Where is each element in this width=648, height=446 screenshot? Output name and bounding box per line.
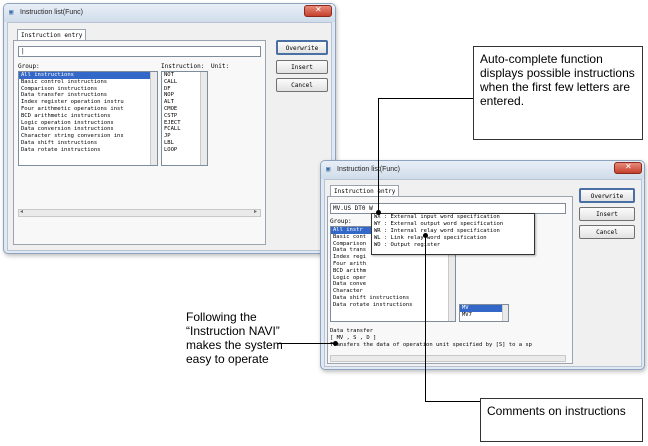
list-item[interactable]: Comparison instructions	[19, 86, 157, 93]
list-item[interactable]: Four arith	[331, 261, 455, 268]
list-item[interactable]: BCD arithm	[331, 268, 455, 275]
window-title: Instruction list(Func)	[20, 9, 84, 16]
list-item[interactable]: All instructions	[19, 72, 157, 79]
instruction-input[interactable]: |	[18, 46, 261, 57]
connector-dot	[376, 210, 381, 215]
connector-dot	[333, 341, 338, 346]
operand-description: : Link relay word specification	[383, 235, 487, 241]
instruction-list-window-back: ▣ Instruction list(Func) ✕ Instruction e…	[3, 3, 336, 254]
list-item[interactable]: Data transfer instructions	[19, 92, 157, 99]
connector-line	[278, 343, 335, 344]
operand-description: : External input word specification	[383, 214, 500, 220]
operand-code: WR	[374, 228, 381, 234]
comment-syntax: [ MV , S , D ]	[330, 335, 377, 341]
group-label: Group:	[330, 218, 352, 225]
window-app-icon: ▣	[9, 8, 14, 16]
instruction-label: Instruction:	[161, 63, 205, 70]
list-item[interactable]: Data rotate instructions	[331, 302, 455, 309]
cancel-button[interactable]: Cancel	[579, 225, 635, 239]
list-item[interactable]: Logic operation instructions	[19, 120, 157, 127]
list-item[interactable]: BCD arithmetic instructions	[19, 113, 157, 120]
operand-description: : Output register	[383, 242, 441, 248]
close-icon: ✕	[625, 162, 632, 171]
operand-code: WO	[374, 242, 381, 248]
autocomplete-item[interactable]: WR : Internal relay word specification	[372, 228, 534, 235]
scroll-right-icon: ▸	[254, 208, 258, 215]
instruction-scrollbar[interactable]	[502, 305, 508, 321]
list-item[interactable]: Character	[331, 288, 455, 295]
connector-line	[425, 401, 480, 402]
navi-callout: Following the “Instruction NAVI” makes t…	[186, 310, 301, 372]
list-item[interactable]: Data shift instructions	[331, 295, 455, 302]
operand-description: : External output word specification	[383, 221, 504, 227]
horizontal-scrollbar[interactable]	[18, 209, 261, 217]
horizontal-scrollbar[interactable]	[330, 355, 566, 362]
list-item[interactable]: Four arithmetic operations inst	[19, 106, 157, 113]
callout-text: Following the “Instruction NAVI” makes t…	[186, 310, 283, 366]
connector-dot	[423, 233, 428, 238]
overwrite-button[interactable]: Overwrite	[579, 188, 635, 203]
unit-label: Unit:	[211, 63, 230, 70]
autocomplete-callout: Auto-complete function displays possible…	[473, 46, 643, 140]
insert-button[interactable]: Insert	[276, 60, 328, 74]
list-item[interactable]: Data shift instructions	[19, 140, 157, 147]
connector-line	[378, 98, 473, 99]
list-item[interactable]: Data rotate instructions	[19, 147, 157, 154]
window-app-icon: ▣	[326, 165, 331, 173]
cancel-button[interactable]: Cancel	[276, 78, 328, 92]
list-item[interactable]: Data conve	[331, 281, 455, 288]
instruction-scrollbar[interactable]	[200, 72, 207, 165]
list-item[interactable]: Data conversion instructions	[19, 126, 157, 133]
autocomplete-popup[interactable]: WX : External input word specification W…	[371, 213, 535, 255]
autocomplete-item[interactable]: WX : External input word specification	[372, 214, 534, 221]
list-item[interactable]: Logic oper	[331, 275, 455, 282]
list-item[interactable]: Index register operation instru	[19, 99, 157, 106]
operand-code: WY	[374, 221, 381, 227]
comments-callout: Comments on instructions	[480, 398, 643, 442]
list-item[interactable]: Index regi	[331, 254, 455, 261]
operand-description: : Internal relay word specification	[383, 228, 500, 234]
comment-heading: Data transfer	[330, 328, 374, 334]
autocomplete-item[interactable]: WY : External output word specification	[372, 221, 534, 228]
list-item[interactable]: Character string conversion ins	[19, 133, 157, 140]
list-item[interactable]: Basic control instructions	[19, 79, 157, 86]
operand-code: WL	[374, 235, 381, 241]
close-icon: ✕	[315, 5, 322, 14]
connector-line	[425, 236, 426, 401]
instruction-list-window-front: ▣ Instruction list(Func) ✕ Instruction e…	[320, 160, 645, 370]
overwrite-button[interactable]: Overwrite	[276, 40, 328, 55]
callout-text: Comments on instructions	[487, 404, 626, 418]
autocomplete-item[interactable]: WO : Output register	[372, 242, 534, 249]
scroll-left-icon: ◂	[20, 208, 24, 215]
window-title: Instruction list(Func)	[337, 166, 401, 173]
group-listbox[interactable]: All instructions Basic control instructi…	[18, 71, 158, 166]
connector-line	[378, 98, 379, 212]
list-item[interactable]: MV	[460, 305, 508, 312]
group-scrollbar[interactable]	[150, 72, 157, 165]
callout-text: Auto-complete function displays possible…	[480, 52, 635, 108]
group-label: Group:	[18, 63, 40, 70]
insert-button[interactable]: Insert	[579, 207, 635, 221]
comment-text: Transfers the data of operation unit spe…	[330, 342, 532, 348]
autocomplete-item[interactable]: WL : Link relay word specification	[372, 235, 534, 242]
list-item[interactable]: MV7	[460, 312, 508, 319]
